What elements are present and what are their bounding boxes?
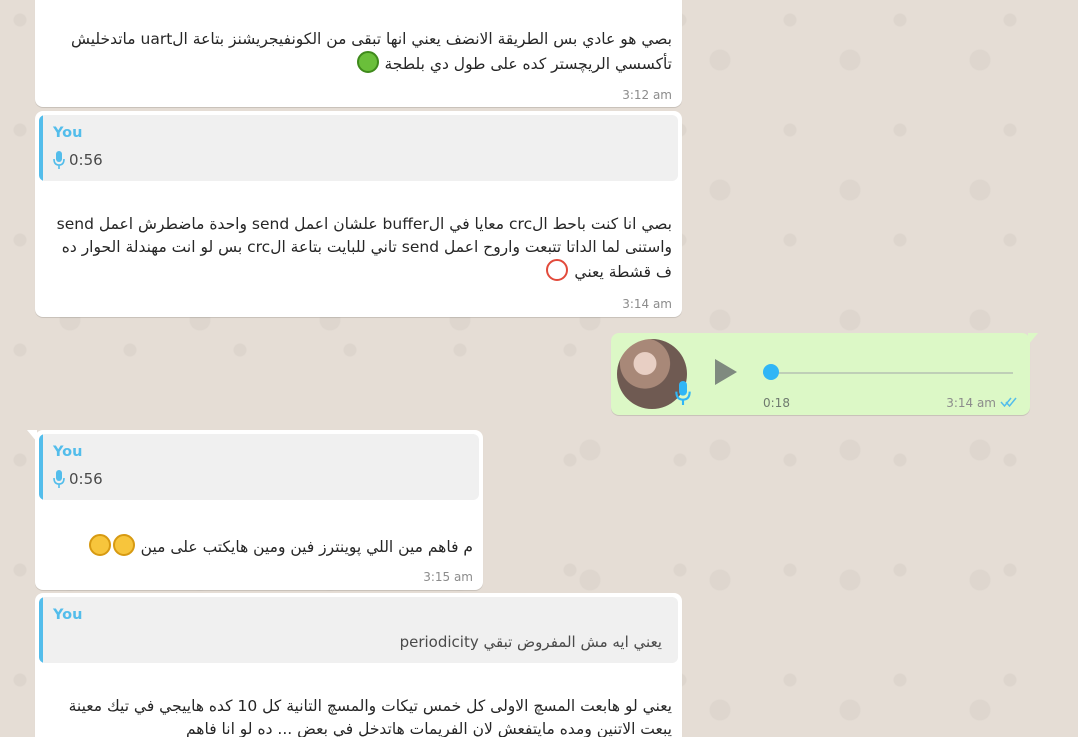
quote-duration: 0:56	[69, 151, 103, 169]
message-bubble-incoming[interactable]: You يعني ايه مش المفروض تبقي periodicity…	[35, 593, 682, 737]
message-bubble-incoming[interactable]: You 0:56 بصي انا كنت باحط الcrc معايا في…	[35, 111, 682, 317]
quoted-message[interactable]: You 0:56	[39, 434, 479, 500]
mic-icon	[53, 151, 65, 169]
quote-accent-bar	[39, 434, 43, 500]
quote-author: You	[53, 444, 83, 460]
play-icon[interactable]	[715, 359, 737, 385]
voice-duration: 0:18	[763, 396, 790, 410]
laughing-emoji	[112, 534, 135, 556]
quote-author: You	[53, 607, 83, 623]
message-time: 3:12 am	[622, 88, 672, 102]
message-bubble-outgoing-voice[interactable]: 0:18 3:14 am	[611, 333, 1038, 415]
quote-author: You	[53, 125, 83, 141]
quote-accent-bar	[39, 115, 43, 181]
quote-duration: 0:56	[69, 470, 103, 488]
read-receipt-icon	[1000, 397, 1017, 408]
message-text: م فاهم مين اللي پوينترز فين ومين هايكتب …	[43, 534, 473, 559]
frog-emoji	[356, 51, 379, 73]
quoted-message[interactable]: You 0:56	[39, 115, 678, 181]
message-time: 3:14 am	[946, 396, 996, 410]
mic-icon	[53, 470, 65, 488]
quote-text: يعني ايه مش المفروض تبقي periodicity	[399, 633, 662, 651]
message-text: يعني لو هابعت المسچ الاولى كل خمس تيكات …	[68, 697, 672, 737]
quote-audio: 0:56	[53, 151, 103, 169]
voice-progress-knob[interactable]	[763, 364, 779, 380]
message-text: بصي انا كنت باحط الcrc معايا في الbuffer…	[56, 215, 672, 281]
mic-icon	[675, 381, 691, 405]
laughing-emoji	[88, 534, 111, 556]
message-bubble-incoming[interactable]: You 0:56 م فاهم مين اللي پوينترز فين ومي…	[27, 430, 483, 590]
quote-audio: 0:56	[53, 470, 103, 488]
voice-progress-track[interactable]	[763, 372, 1013, 374]
quoted-message[interactable]: You يعني ايه مش المفروض تبقي periodicity	[39, 597, 678, 663]
quote-accent-bar	[39, 597, 43, 663]
message-text: بصي هو عادي بس الطريقة الانضف يعني انها …	[70, 30, 672, 73]
chicken-emoji	[546, 259, 569, 281]
message-bubble-incoming[interactable]: بصي هو عادي بس الطريقة الانضف يعني انها …	[35, 0, 682, 107]
message-time: 3:14 am	[622, 297, 672, 311]
message-time: 3:15 am	[423, 570, 473, 584]
